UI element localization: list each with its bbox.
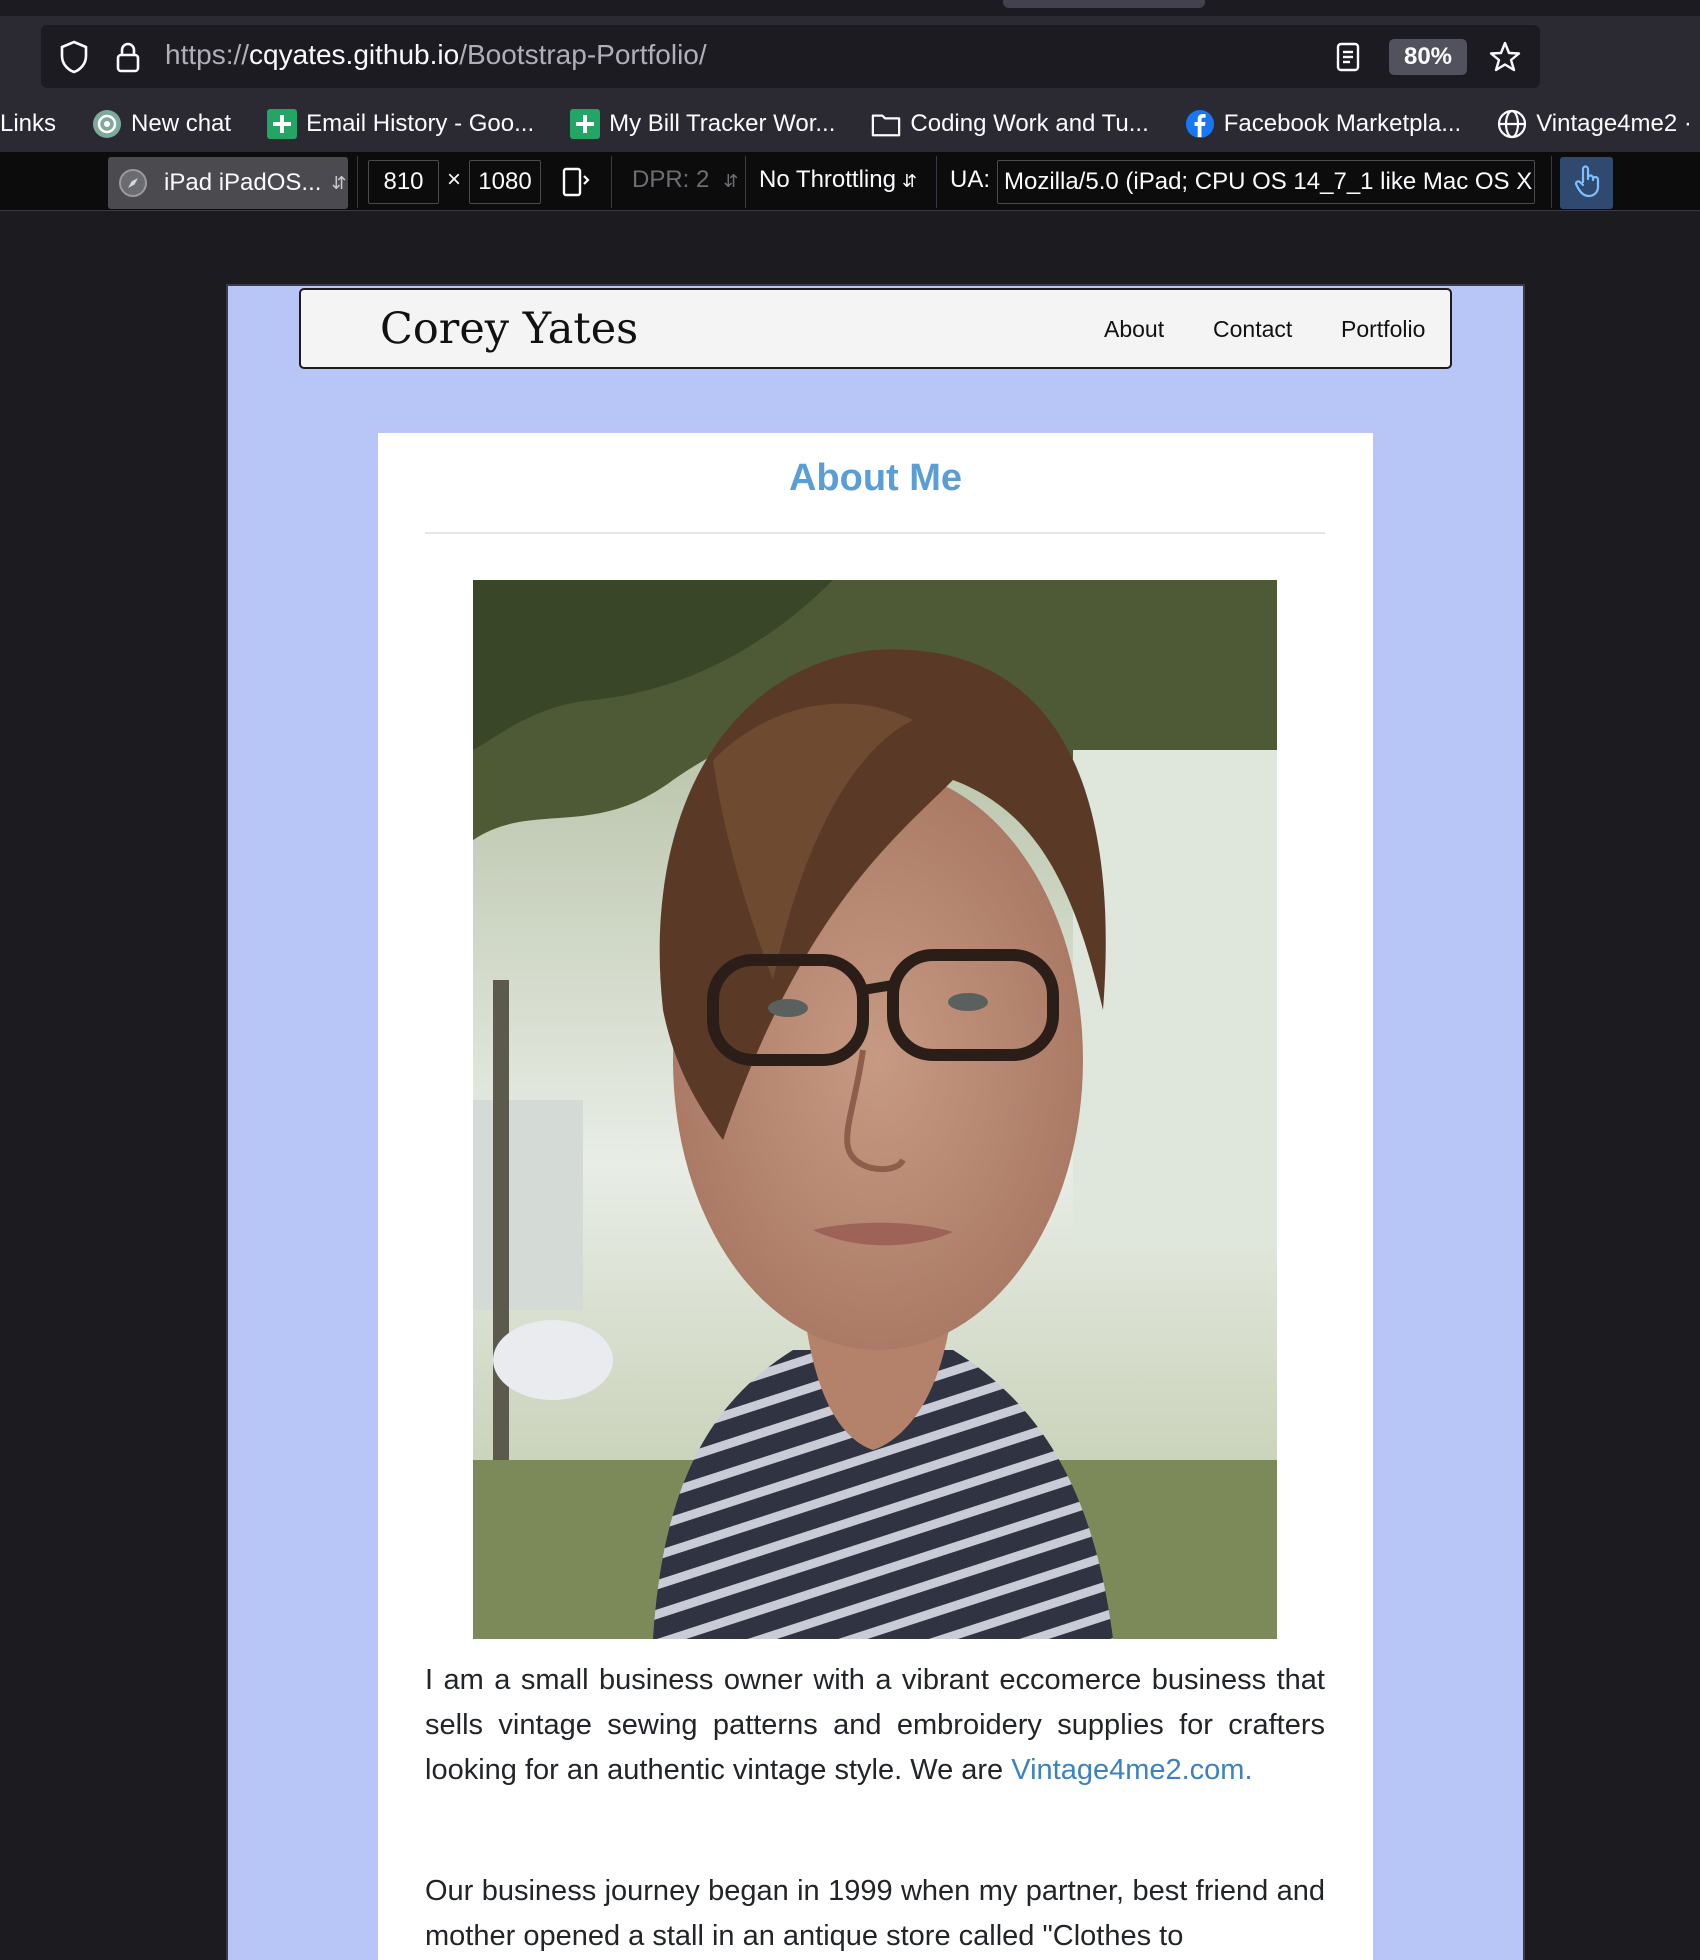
dropdown-arrows-icon: ⇵ [901,171,918,191]
about-paragraph-1: I am a small business owner with a vibra… [425,1658,1325,1793]
reader-view-icon[interactable] [1331,40,1365,74]
bookmark-label: Email History - Goo... [306,110,535,137]
bookmark-links[interactable]: Links [0,110,56,138]
rotate-device-icon[interactable] [560,166,592,203]
divider [425,532,1325,534]
facebook-icon [1185,109,1215,139]
dimension-times: × [447,166,462,193]
throttling-selector[interactable]: No Throttling ⇵ [759,166,917,194]
sheets-icon [570,109,601,139]
bookmark-email-history[interactable]: Email History - Goo... [267,109,534,139]
bookmark-new-chat[interactable]: New chat [92,109,231,139]
ua-label: UA: [950,166,991,193]
user-agent-input[interactable]: Mozilla/5.0 (iPad; CPU OS 14_7_1 like Ma… [997,160,1535,204]
throttling-value: No Throttling [759,166,896,193]
bookmark-facebook-marketplace[interactable]: Facebook Marketpla... [1185,109,1461,139]
active-tab-edge[interactable] [1003,0,1205,8]
lock-icon[interactable] [111,40,145,74]
bookmark-label: Links [0,110,57,137]
dpr-value: DPR: 2 [632,166,710,193]
nav-link-portfolio[interactable]: Portfolio [1341,316,1425,343]
device-selector[interactable]: iPad iPadOS... ⇵ [108,157,348,209]
nav-link-about[interactable]: About [1104,316,1164,343]
bookmarks-toolbar: Links New chat Email History - Goo... My… [0,96,1700,152]
dpr-selector[interactable]: DPR: 2 ⇵ [632,166,738,194]
bookmark-label: Coding Work and Tu... [910,110,1149,137]
url-path: /Bootstrap-Portfolio/ [459,39,707,70]
section-title: About Me [788,457,963,499]
separator [745,156,746,208]
bookmark-bill-tracker[interactable]: My Bill Tracker Wor... [570,109,835,139]
bookmark-coding-work[interactable]: Coding Work and Tu... [871,109,1149,139]
about-paragraph-2: Our business journey began in 1999 when … [425,1875,1325,1952]
separator [1551,156,1552,208]
viewport-width-input[interactable]: 810 [368,160,439,204]
vintage4me2-link[interactable]: Vintage4me2.com. [1011,1754,1252,1786]
folder-icon [871,109,901,139]
url-host: cqyates.github.io [249,39,460,70]
separator [936,156,937,208]
bookmark-label: New chat [131,110,232,137]
dropdown-arrows-icon: ⇵ [331,172,347,193]
device-name: iPad iPadOS... [164,169,322,196]
url-scheme: https:// [165,39,250,70]
sheets-icon [267,109,298,139]
bookmark-star-icon[interactable] [1488,40,1522,74]
tab-strip [0,0,1700,16]
chatgpt-icon [92,109,122,139]
site-brand[interactable]: Corey Yates [380,304,638,354]
profile-photo [473,580,1277,1639]
touch-hand-icon [1572,164,1602,203]
bookmark-label: My Bill Tracker Wor... [609,110,836,137]
viewport-height-input[interactable]: 1080 [469,160,541,204]
touch-simulation-button[interactable] [1560,157,1613,209]
about-card: About Me I am a small business owner wit… [378,433,1373,1960]
shield-icon[interactable] [57,40,91,74]
globe-icon [1497,109,1527,139]
url-text[interactable]: https://cqyates.github.io/Bootstrap-Port… [165,39,707,71]
separator [357,156,358,208]
zoom-badge[interactable]: 80% [1389,39,1467,75]
dropdown-arrows-icon: ⇵ [723,171,739,191]
responsive-design-toolbar: iPad iPadOS... ⇵ 810 × 1080 DPR: 2 ⇵ No T… [0,152,1700,211]
bookmark-label: Facebook Marketpla... [1223,110,1462,137]
site-navbar: Corey Yates About Contact Portfolio [299,288,1452,369]
bookmark-vintage4me2[interactable]: Vintage4me2 · Prod... [1497,109,1700,139]
url-bar[interactable]: https://cqyates.github.io/Bootstrap-Port… [41,25,1540,88]
bookmark-label: Vintage4me2 · Prod... [1536,110,1700,137]
separator [611,156,612,208]
nav-link-contact[interactable]: Contact [1213,316,1292,343]
compass-icon [118,168,148,198]
responsive-viewport: Corey Yates About Contact Portfolio Abou… [226,284,1525,1960]
